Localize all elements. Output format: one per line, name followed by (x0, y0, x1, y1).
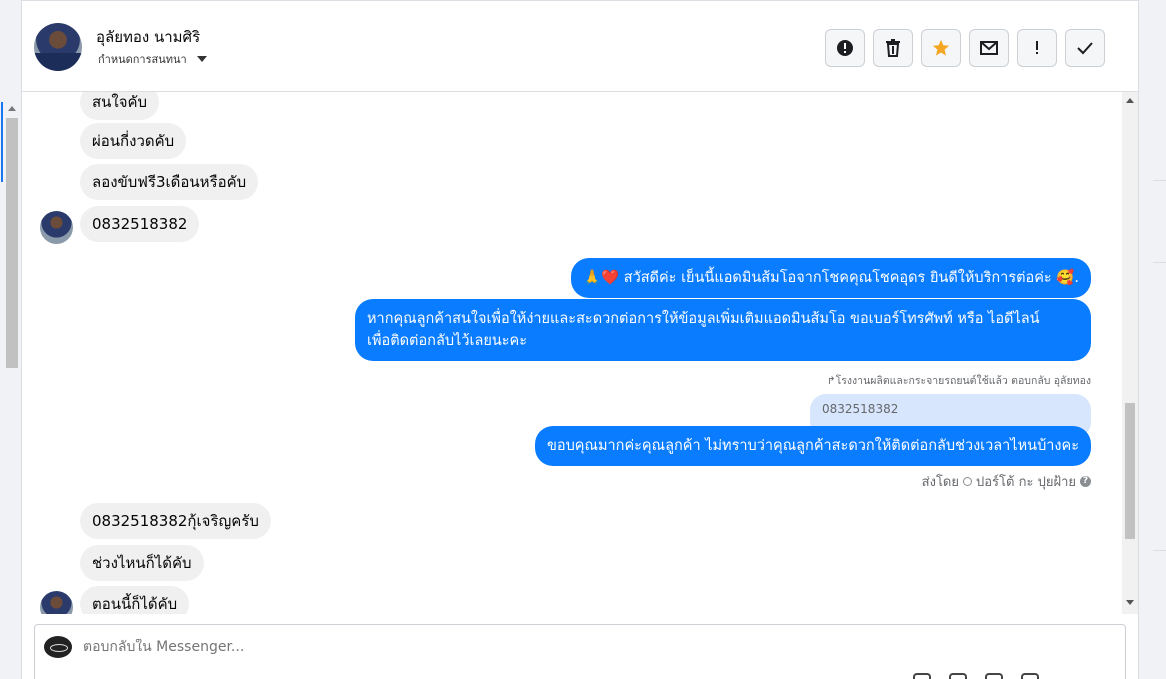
conversation-label-dropdown[interactable]: กำหนดการสนทนา (98, 50, 207, 68)
divider (1153, 262, 1166, 263)
chevron-down-icon (196, 56, 207, 62)
trash-icon (886, 39, 900, 57)
outgoing-message-line: เพื่อติดต่อกลับไว้เลยนะคะ (367, 333, 528, 349)
composer-toolbar (913, 673, 1039, 679)
header-actions (825, 29, 1105, 67)
scroll-up-arrow-icon[interactable] (8, 106, 16, 111)
left-scroll-thumb[interactable] (6, 118, 18, 368)
checkmark-icon (1077, 42, 1093, 55)
incoming-message[interactable]: ผ่อนกี่งวดคับ (80, 123, 187, 159)
contact-avatar[interactable] (34, 23, 82, 71)
outgoing-message-line: หากคุณลูกค้าสนใจเพื่อให้ง่ายและสะดวกต่อก… (367, 311, 1040, 327)
sent-by-info: ส่งโดย ปอร์โต้ กะ ปุยฝ้าย ? (922, 471, 1091, 492)
incoming-message[interactable]: ช่วงไหนก็ได้คับ (80, 545, 204, 581)
page-avatar (44, 636, 72, 658)
reply-input[interactable] (83, 639, 983, 655)
exclamation-icon (1036, 41, 1038, 54)
scroll-up-arrow-icon[interactable] (1126, 98, 1134, 103)
help-icon[interactable]: ? (1080, 476, 1091, 487)
divider (1153, 180, 1166, 181)
follow-up-button[interactable] (1017, 29, 1057, 67)
star-button[interactable] (921, 29, 961, 67)
sender-avatar[interactable] (40, 211, 73, 244)
left-panel-scrollbar[interactable] (0, 0, 22, 679)
attachment-icon[interactable] (913, 673, 931, 679)
outgoing-message[interactable]: หากคุณลูกค้าสนใจเพื่อให้ง่ายและสะดวกต่อก… (355, 299, 1091, 361)
emoji-icon[interactable] (949, 673, 967, 679)
thread-scroll-thumb[interactable] (1125, 403, 1135, 539)
delete-button[interactable] (873, 29, 913, 67)
sent-by-name: ปอร์โต้ กะ ปุยฝ้าย (976, 475, 1076, 490)
mark-spam-button[interactable] (825, 29, 865, 67)
divider (1153, 550, 1166, 551)
conversation-header: อุลัยทอง นามศิริ กำหนดการสนทนา (22, 0, 1138, 92)
like-icon[interactable] (1021, 673, 1039, 679)
sender-avatar[interactable] (40, 591, 73, 614)
messenger-inbox-window: อุลัยทอง นามศิริ กำหนดการสนทนา สนใจคับ ผ… (0, 0, 1166, 679)
reply-composer (34, 624, 1126, 679)
contact-name[interactable]: อุลัยทอง นามศิริ (96, 25, 200, 49)
incoming-message[interactable]: 0832518382 (80, 206, 200, 242)
star-icon (932, 39, 950, 56)
mark-unread-button[interactable] (969, 29, 1009, 67)
alert-circle-icon (837, 40, 853, 56)
outgoing-message[interactable]: 🙏❤️ สวัสดีค่ะ เย็นนี้แอดมินส้มโอจากโชคคุ… (571, 258, 1091, 298)
message-thread[interactable]: สนใจคับ ผ่อนกี่งวดคับ ลองขับฟรี3เดือนหรื… (22, 92, 1138, 614)
scroll-down-arrow-icon[interactable] (1126, 600, 1134, 605)
selected-conversation-indicator (1, 102, 3, 182)
right-panel-edge (1138, 0, 1166, 679)
outgoing-message[interactable]: ขอบคุณมากค่ะคุณลูกค้า ไม่ทราบว่าคุณลูกค้… (534, 426, 1091, 466)
reply-context-label: ↱โรงงานผลิตและกระจายรถยนต์ใช้แล้ว ตอบกลั… (826, 375, 1091, 387)
thread-scrollbar[interactable] (1122, 92, 1138, 614)
incoming-message[interactable]: สนใจคับ (80, 92, 160, 120)
incoming-message[interactable]: ลองขับฟรี3เดือนหรือคับ (80, 164, 259, 200)
envelope-icon (980, 41, 998, 55)
gif-icon[interactable] (985, 673, 1003, 679)
incoming-message[interactable]: 0832518382กุ้เจริญครับ (80, 503, 271, 539)
conversation-label-text: กำหนดการสนทนา (98, 53, 187, 66)
sent-by-label: ส่งโดย (921, 475, 959, 490)
incoming-message[interactable]: ตอนนี้ก็ได้คับ (80, 586, 190, 614)
sent-status-icon (963, 477, 972, 486)
mark-done-button[interactable] (1065, 29, 1105, 67)
